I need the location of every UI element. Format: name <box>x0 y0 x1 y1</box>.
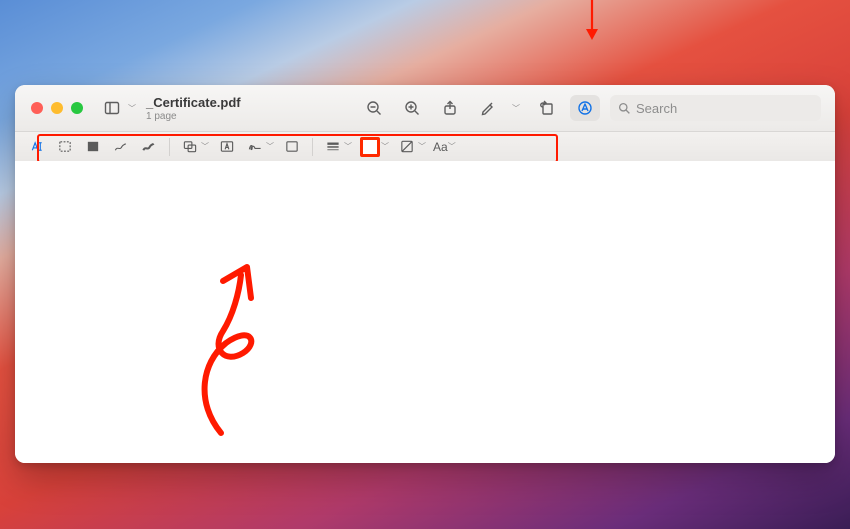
search-placeholder: Search <box>636 101 677 116</box>
sketch-tool[interactable] <box>107 136 135 158</box>
markup-toolbar: ﹀ ﹀ ﹀ ﹀ ﹀ Aa ﹀ <box>15 132 835 162</box>
border-color-chevron-icon[interactable]: ﹀ <box>381 141 389 152</box>
draw-tool[interactable] <box>135 136 163 158</box>
close-window-button[interactable] <box>31 102 43 114</box>
preview-window: ﹀ _Certificate.pdf 1 page ﹀ <box>15 85 835 463</box>
toolbar-separator <box>312 138 313 156</box>
text-style-chevron-icon[interactable]: ﹀ <box>448 141 456 152</box>
text-box-tool[interactable] <box>213 136 241 158</box>
border-color-tool[interactable] <box>356 136 384 158</box>
zoom-out-button[interactable] <box>359 95 389 121</box>
page-count-label: 1 page <box>146 111 241 122</box>
note-tool[interactable] <box>278 136 306 158</box>
sidebar-menu-chevron-icon[interactable]: ﹀ <box>128 103 136 114</box>
search-field[interactable]: Search <box>610 95 821 121</box>
markup-toolbar-button[interactable] <box>570 95 600 121</box>
shapes-menu-chevron-icon[interactable]: ﹀ <box>201 141 209 152</box>
document-title: _Certificate.pdf <box>146 95 241 110</box>
sign-tool[interactable] <box>241 136 269 158</box>
redact-tool[interactable] <box>79 136 107 158</box>
zoom-window-button[interactable] <box>71 102 83 114</box>
shapes-tool[interactable] <box>176 136 204 158</box>
sidebar-toggle-button[interactable] <box>97 95 127 121</box>
canvas-sketch-arrow-icon <box>181 253 291 443</box>
shape-style-tool[interactable] <box>319 136 347 158</box>
share-button[interactable] <box>435 95 465 121</box>
fill-color-chevron-icon[interactable]: ﹀ <box>418 141 426 152</box>
rotate-button[interactable] <box>532 95 562 121</box>
border-color-swatch-icon <box>360 137 380 157</box>
text-selection-tool[interactable] <box>23 136 51 158</box>
search-icon <box>618 102 631 115</box>
zoom-in-button[interactable] <box>397 95 427 121</box>
document-title-block: _Certificate.pdf 1 page <box>146 95 241 122</box>
window-traffic-lights <box>31 102 83 114</box>
sign-menu-chevron-icon[interactable]: ﹀ <box>266 141 274 152</box>
minimize-window-button[interactable] <box>51 102 63 114</box>
window-titlebar: ﹀ _Certificate.pdf 1 page ﹀ <box>15 85 835 132</box>
text-style-label: Aa <box>433 140 448 154</box>
rectangular-selection-tool[interactable] <box>51 136 79 158</box>
document-canvas[interactable] <box>15 161 835 463</box>
highlight-button[interactable] <box>473 95 503 121</box>
highlight-menu-chevron-icon[interactable]: ﹀ <box>512 103 520 114</box>
toolbar-separator <box>169 138 170 156</box>
fill-color-tool[interactable] <box>393 136 421 158</box>
toolbar-right-group: ﹀ <box>359 95 600 121</box>
shape-style-chevron-icon[interactable]: ﹀ <box>344 141 352 152</box>
